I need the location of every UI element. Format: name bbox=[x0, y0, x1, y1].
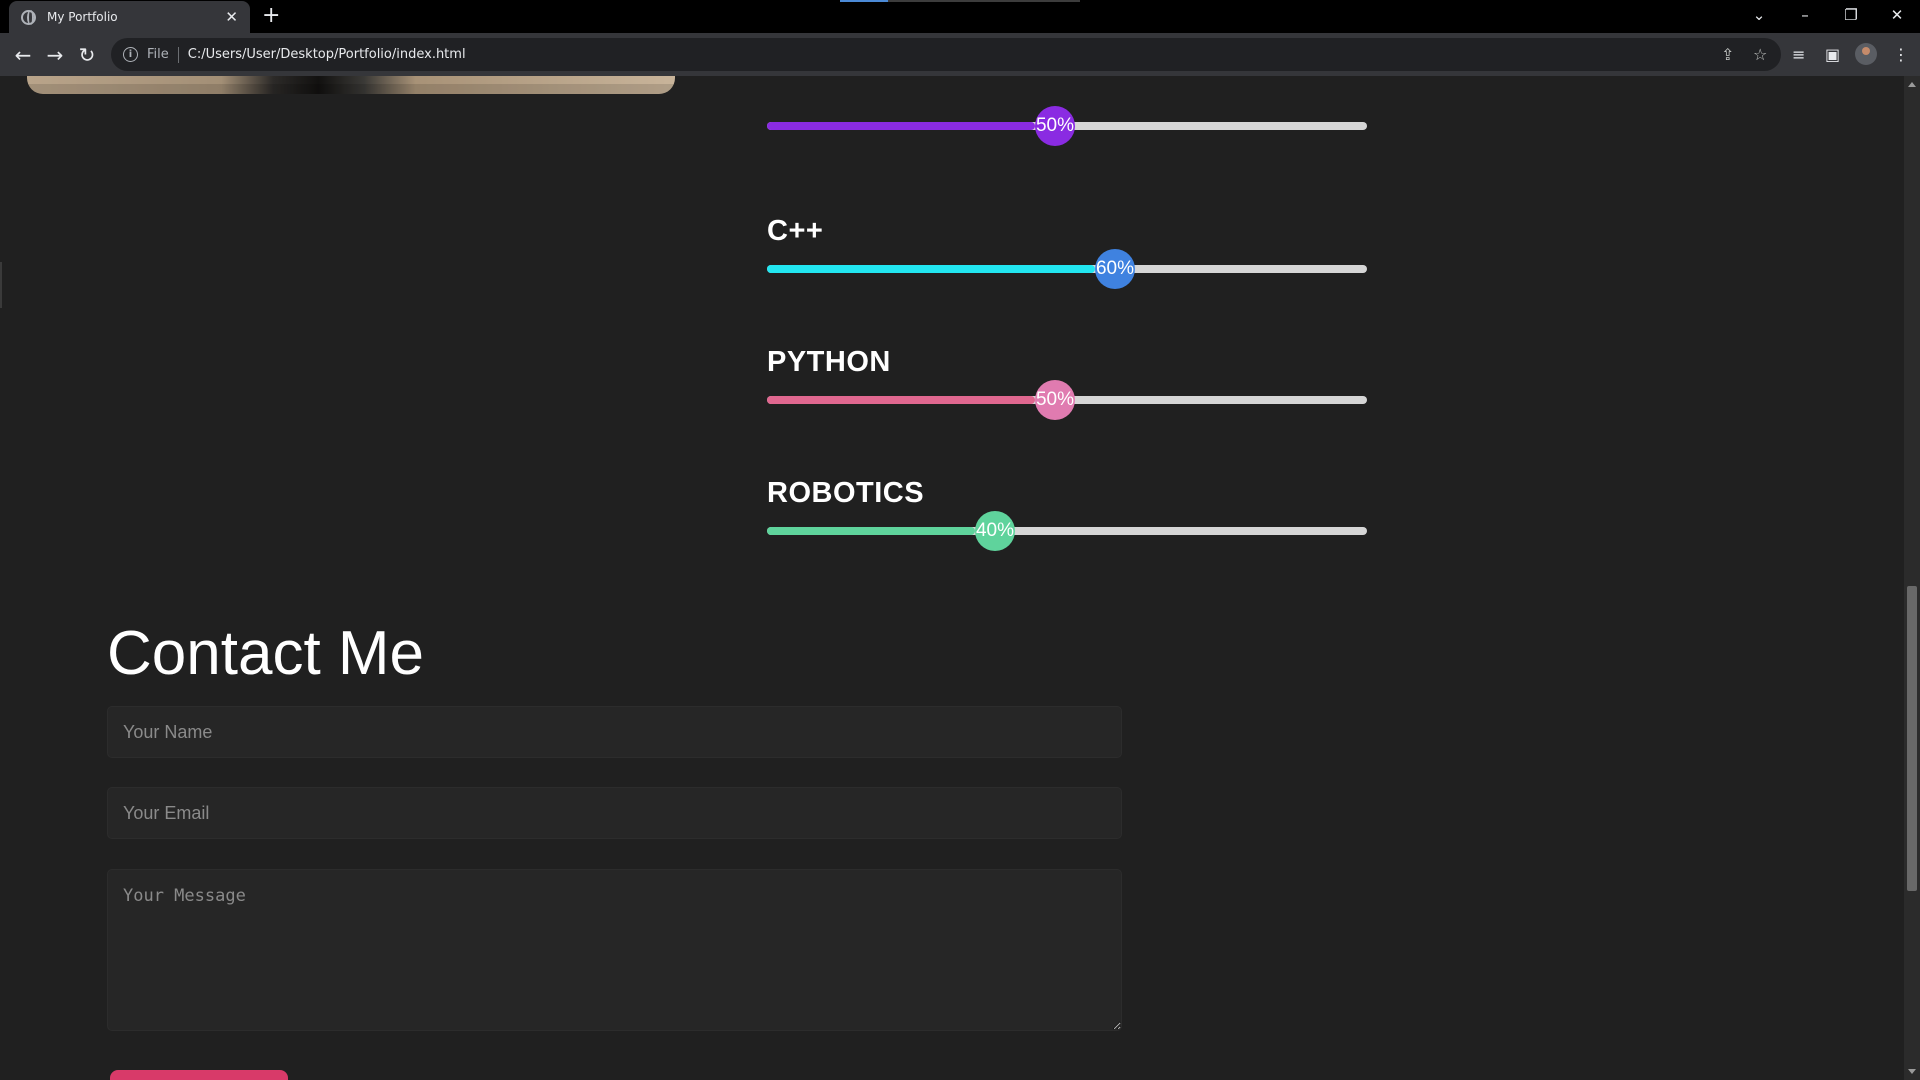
page-edge-marker bbox=[0, 262, 2, 308]
back-arrow-icon[interactable]: ← bbox=[9, 41, 37, 69]
name-field[interactable] bbox=[107, 706, 1122, 758]
skill-progress-fill bbox=[767, 265, 1095, 273]
tab-strip-divider bbox=[888, 0, 1080, 2]
url-separator bbox=[177, 46, 179, 63]
tab-title: My Portfolio bbox=[47, 10, 118, 24]
skill-percent-badge: 40% bbox=[975, 511, 1015, 551]
scroll-up-arrow-icon[interactable] bbox=[1908, 82, 1916, 87]
submit-button[interactable] bbox=[110, 1070, 288, 1080]
skill-progress-fill bbox=[767, 396, 1035, 404]
skill-name: ROBOTICS bbox=[767, 477, 925, 509]
url-text[interactable]: C:/Users/User/Desktop/Portfolio/index.ht… bbox=[188, 47, 466, 62]
skill-item: ROBOTICS 40% bbox=[767, 475, 1367, 551]
scrollbar-thumb[interactable] bbox=[1907, 586, 1917, 891]
skill-progress-fill bbox=[767, 527, 975, 535]
skill-progress-bar: 50% bbox=[767, 106, 1367, 146]
skill-name: PYTHON bbox=[767, 346, 891, 378]
forward-arrow-icon[interactable]: → bbox=[41, 41, 69, 69]
skill-item: PYTHON 50% bbox=[767, 344, 1367, 420]
url-scheme: File bbox=[147, 47, 169, 62]
skill-percent-badge: 50% bbox=[1035, 106, 1075, 146]
tab-search-chevron-icon[interactable]: ⌄ bbox=[1736, 0, 1782, 30]
browser-toolbar: ← → ↻ i File C:/Users/User/Desktop/Portf… bbox=[0, 33, 1920, 76]
browser-tab[interactable]: My Portfolio ✕ bbox=[9, 1, 250, 33]
close-tab-icon[interactable]: ✕ bbox=[225, 9, 238, 25]
close-window-button[interactable]: ✕ bbox=[1874, 0, 1920, 30]
address-bar[interactable]: i File C:/Users/User/Desktop/Portfolio/i… bbox=[111, 38, 1781, 71]
skill-progress-bar: 50% bbox=[767, 380, 1367, 420]
minimize-button[interactable]: – bbox=[1782, 0, 1828, 30]
skill-progress-bar: 40% bbox=[767, 511, 1367, 551]
skill-item: C++ 60% bbox=[767, 213, 1367, 289]
globe-icon bbox=[21, 9, 36, 25]
restore-button[interactable]: ❐ bbox=[1828, 0, 1874, 30]
reload-icon[interactable]: ↻ bbox=[73, 41, 101, 69]
reading-list-icon[interactable]: ≡ bbox=[1792, 45, 1805, 64]
scroll-down-arrow-icon[interactable] bbox=[1908, 1069, 1916, 1074]
message-field[interactable] bbox=[107, 869, 1122, 1031]
skill-percent-badge: 60% bbox=[1095, 249, 1135, 289]
skill-name: C++ bbox=[767, 215, 824, 247]
new-tab-button[interactable]: + bbox=[262, 4, 280, 28]
scrollbar[interactable] bbox=[1904, 76, 1920, 1080]
share-icon[interactable]: ⇪ bbox=[1721, 45, 1734, 64]
info-icon[interactable]: i bbox=[123, 47, 138, 62]
skill-percent-badge: 50% bbox=[1035, 380, 1075, 420]
skill-progress-bar: 60% bbox=[767, 249, 1367, 289]
tab-strip: My Portfolio ✕ + ⌄ – ❐ ✕ bbox=[0, 0, 1920, 33]
profile-photo bbox=[27, 76, 675, 94]
contact-title: Contact Me bbox=[107, 619, 425, 688]
star-icon[interactable]: ☆ bbox=[1753, 45, 1767, 64]
side-panel-icon[interactable]: ▣ bbox=[1825, 45, 1840, 64]
avatar[interactable] bbox=[1855, 43, 1877, 65]
email-field[interactable] bbox=[107, 787, 1122, 839]
skill-progress-fill bbox=[767, 122, 1035, 130]
tab-strip-highlight bbox=[840, 0, 888, 2]
kebab-menu-icon[interactable]: ⋮ bbox=[1893, 45, 1909, 64]
page-viewport: CSS50%C++60%PYTHON50%ROBOTICS40% Contact… bbox=[0, 76, 1904, 1080]
